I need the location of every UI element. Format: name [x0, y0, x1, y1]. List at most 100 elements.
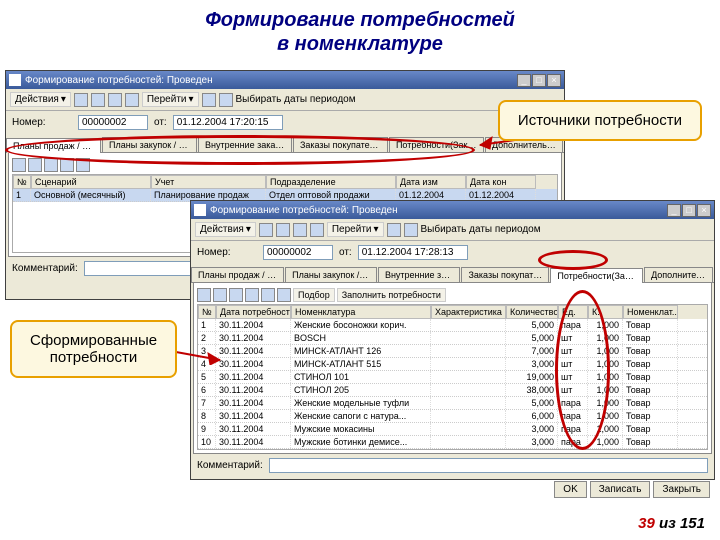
- toolbar-hint: Выбирать даты периодом: [421, 224, 541, 235]
- ok-button[interactable]: OK: [554, 481, 586, 498]
- col-type[interactable]: Номенклат...: [623, 305, 678, 319]
- grid-icon[interactable]: [28, 158, 42, 172]
- nav-menu[interactable]: Перейти ▾: [142, 92, 199, 107]
- grid-icon[interactable]: [197, 288, 211, 302]
- tab-customer-orders[interactable]: Заказы покупателе...: [461, 267, 549, 282]
- toolbar-hint: Выбирать даты периодом: [236, 94, 356, 105]
- titlebar[interactable]: Формирование потребностей: Проведен _ □ …: [6, 71, 564, 89]
- toolbar-icon[interactable]: [387, 223, 401, 237]
- grid-icon[interactable]: [213, 288, 227, 302]
- tab-internal-orders[interactable]: Внутренние заказы: [378, 267, 461, 282]
- close-button[interactable]: ×: [697, 204, 711, 217]
- number-input[interactable]: 00000002: [78, 115, 148, 130]
- table-row[interactable]: 830.11.2004Женские сапоги с натура...6,0…: [198, 410, 707, 423]
- actions-menu[interactable]: Действия ▾: [195, 222, 256, 237]
- tab-plans-sales[interactable]: Планы продаж / Пла...: [6, 138, 101, 153]
- grid-icon[interactable]: [245, 288, 259, 302]
- table-row[interactable]: 430.11.2004МИНСК-АТЛАНТ 5153,000шт1,000Т…: [198, 358, 707, 371]
- col-nom[interactable]: Номенклатура: [291, 305, 431, 319]
- table-row[interactable]: 330.11.2004МИНСК-АТЛАНТ 1267,000шт1,000Т…: [198, 345, 707, 358]
- toolbar-icon[interactable]: [293, 223, 307, 237]
- podbor-button[interactable]: Подбор: [293, 288, 335, 302]
- toolbar-icon[interactable]: [276, 223, 290, 237]
- table-row[interactable]: 630.11.2004СТИНОЛ 20538,000шт1,000Товар: [198, 384, 707, 397]
- tab-plans-sales[interactable]: Планы продаж / Пла...: [191, 267, 284, 282]
- actions-menu[interactable]: Действия ▾: [10, 92, 71, 107]
- col-n[interactable]: №: [198, 305, 216, 319]
- titlebar[interactable]: Формирование потребностей: Проведен _ □ …: [191, 201, 714, 219]
- callout-formed: Сформированныепотребности: [10, 320, 177, 378]
- toolbar-icon[interactable]: [125, 93, 139, 107]
- window-front: Формирование потребностей: Проведен _ □ …: [190, 200, 715, 480]
- table-row[interactable]: 930.11.2004Мужские мокасины3,000пара1,00…: [198, 423, 707, 436]
- table-row[interactable]: 130.11.2004Женские босоножки корич.5,000…: [198, 319, 707, 332]
- maximize-button[interactable]: □: [532, 74, 546, 87]
- tabs: Планы продаж / Пла... Планы закупок / Ос…: [191, 264, 714, 283]
- grid-icon[interactable]: [76, 158, 90, 172]
- tab-needs[interactable]: Потребности(Закупк..): [550, 268, 643, 283]
- date-input[interactable]: 01.12.2004 17:28:13: [358, 245, 468, 260]
- date-input[interactable]: 01.12.2004 17:20:15: [173, 115, 283, 130]
- fill-needs-button[interactable]: Заполнить потребности: [337, 288, 446, 302]
- comment-label: Комментарий:: [12, 263, 78, 274]
- tab-plans-purchase[interactable]: Планы закупок / Ост...: [285, 267, 377, 282]
- minimize-button[interactable]: _: [517, 74, 531, 87]
- date-label: от:: [339, 247, 352, 258]
- close-button[interactable]: ×: [547, 74, 561, 87]
- toolbar: Действия ▾ Перейти ▾ Выбирать даты перио…: [191, 219, 714, 241]
- maximize-button[interactable]: □: [682, 204, 696, 217]
- toolbar-icon[interactable]: [74, 93, 88, 107]
- col-unit[interactable]: Ед.: [558, 305, 588, 319]
- table-row[interactable]: 1030.11.2004Мужские ботинки демисе...3,0…: [198, 436, 707, 449]
- tab-additional[interactable]: Дополнительно: [644, 267, 713, 282]
- minimize-button[interactable]: _: [667, 204, 681, 217]
- col-qty[interactable]: Количество: [506, 305, 558, 319]
- close-button[interactable]: Закрыть: [653, 481, 710, 498]
- grid-icon[interactable]: [277, 288, 291, 302]
- col-n[interactable]: №: [13, 175, 31, 189]
- col-k[interactable]: К.: [588, 305, 623, 319]
- callout-sources: Источники потребности: [498, 100, 702, 141]
- app-icon: [194, 204, 206, 216]
- col-uchet[interactable]: Учет: [151, 175, 266, 189]
- comment-label: Комментарий:: [197, 460, 263, 471]
- col-d2[interactable]: Дата кон: [466, 175, 536, 189]
- save-button[interactable]: Записать: [590, 481, 651, 498]
- app-icon: [9, 74, 21, 86]
- table-row[interactable]: 230.11.2004BOSCH5,000шт1,000Товар: [198, 332, 707, 345]
- toolbar-icon[interactable]: [404, 223, 418, 237]
- tab-internal-orders[interactable]: Внутренние заказы: [198, 137, 292, 152]
- slide-title: Формирование потребностейв номенклатуре: [0, 0, 720, 60]
- window-title: Формирование потребностей: Проведен: [25, 75, 213, 86]
- grid-icon[interactable]: [229, 288, 243, 302]
- col-char[interactable]: Характеристика: [431, 305, 506, 319]
- table-row[interactable]: 730.11.2004Женские модельные туфли5,000п…: [198, 397, 707, 410]
- col-scenario[interactable]: Сценарий: [31, 175, 151, 189]
- date-label: от:: [154, 117, 167, 128]
- grid-icon[interactable]: [60, 158, 74, 172]
- col-dept[interactable]: Подразделение: [266, 175, 396, 189]
- col-d1[interactable]: Дата изм: [396, 175, 466, 189]
- grid-icon[interactable]: [12, 158, 26, 172]
- col-date[interactable]: Дата потребности: [216, 305, 291, 319]
- number-input[interactable]: 00000002: [263, 245, 333, 260]
- table-row[interactable]: 530.11.2004СТИНОЛ 10119,000шт1,000Товар: [198, 371, 707, 384]
- window-title: Формирование потребностей: Проведен: [210, 205, 398, 216]
- toolbar-icon[interactable]: [108, 93, 122, 107]
- toolbar-icon[interactable]: [259, 223, 273, 237]
- comment-input[interactable]: [269, 458, 708, 473]
- needs-grid[interactable]: № Дата потребности Номенклатура Характер…: [197, 304, 708, 450]
- toolbar-icon[interactable]: [202, 93, 216, 107]
- toolbar-icon[interactable]: [91, 93, 105, 107]
- toolbar-icon[interactable]: [310, 223, 324, 237]
- grid-icon[interactable]: [261, 288, 275, 302]
- toolbar-icon[interactable]: [219, 93, 233, 107]
- tab-customer-orders[interactable]: Заказы покупателе...: [293, 137, 388, 152]
- number-label: Номер:: [197, 247, 257, 258]
- number-label: Номер:: [12, 117, 72, 128]
- toolbar: Действия ▾ Перейти ▾ Выбирать даты перио…: [6, 89, 564, 111]
- page-number: 39 из 151: [638, 515, 705, 532]
- nav-menu[interactable]: Перейти ▾: [327, 222, 384, 237]
- tab-plans-purchase[interactable]: Планы закупок / Ост...: [102, 137, 197, 152]
- grid-icon[interactable]: [44, 158, 58, 172]
